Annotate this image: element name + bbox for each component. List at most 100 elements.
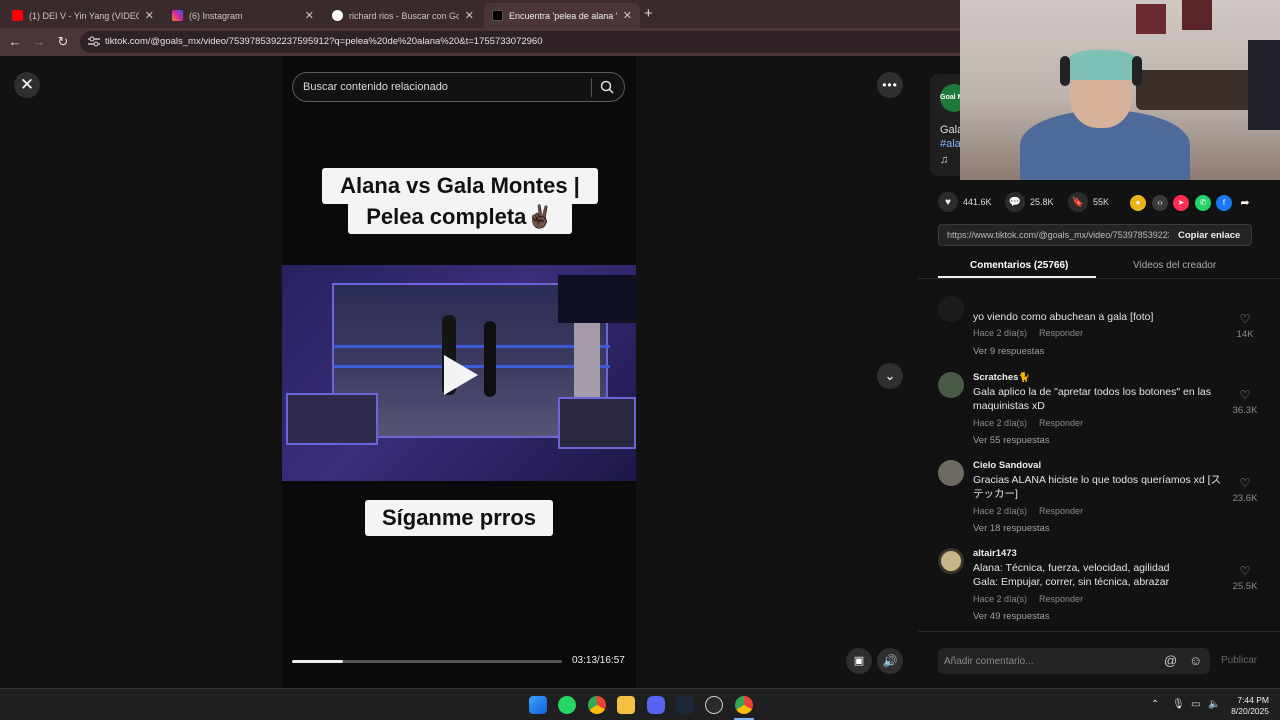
volume-icon[interactable]: 🔊 [877,648,903,674]
video-progress-bar[interactable] [292,660,562,663]
comment-like[interactable]: ♡ 23.6K [1230,476,1260,504]
windows-start-icon[interactable] [529,696,547,714]
facebook-icon[interactable]: f [1216,195,1232,211]
like-stat[interactable]: ♥ 441.6K [938,192,992,212]
hashtag-link[interactable]: #ala [940,138,961,150]
system-clock[interactable]: 7:44 PM 8/20/2025 [1225,695,1269,717]
comment-like[interactable]: ♡ 14K [1230,312,1260,340]
address-bar[interactable]: tiktok.com/@goals_mx/video/7539785392237… [80,31,960,53]
tab-title: (6) Instagram [189,10,243,21]
site-settings-icon[interactable] [88,36,100,47]
publish-button[interactable]: Publicar [1221,655,1257,666]
comment-username[interactable]: Scratches🐈 [973,372,1030,383]
heart-outline-icon[interactable]: ♡ [1230,564,1260,578]
mention-icon[interactable]: @ [1164,653,1177,668]
avatar[interactable] [938,548,964,574]
file-explorer-icon[interactable] [617,696,635,714]
related-search-bar[interactable]: Buscar contenido relacionado [292,72,625,102]
microphone-icon[interactable]: 🎙 [1172,699,1185,710]
comment-username[interactable]: altair1473 [973,548,1017,559]
inset-frame-right [558,397,636,449]
browser-tab-youtube[interactable]: (1) DEI V - Yin Yang (VIDEO OFICIAL) ✕ [4,3,162,28]
coin-share-icon[interactable]: ● [1130,195,1146,211]
wall-poster [1182,0,1212,30]
music-icon[interactable]: ♫ [940,154,948,166]
save-stat[interactable]: 🔖 55K [1068,192,1109,212]
like-count: 441.6K [963,197,992,207]
tab-comments[interactable]: Comentarios (25766) [970,260,1068,271]
chrome-icon[interactable] [735,696,753,714]
send-share-icon[interactable]: ➤ [1173,195,1189,211]
floating-player-icon[interactable]: ▣ [846,648,872,674]
monitor [1248,40,1280,130]
browser-tab-instagram[interactable]: (6) Instagram ✕ [164,3,322,28]
comment-stat[interactable]: 💬 25.8K [1005,192,1054,212]
close-video-button[interactable]: ✕ [14,72,40,98]
chrome-icon[interactable] [588,696,606,714]
comment-like[interactable]: ♡ 36.3K [1230,388,1260,416]
reply-button[interactable]: Responder [1039,328,1083,338]
share-arrow-icon[interactable]: ➦ [1237,195,1253,211]
heart-outline-icon[interactable]: ♡ [1230,312,1260,326]
comment-like[interactable]: ♡ 25.5K [1230,564,1260,592]
windows-taskbar: ⌃ 🎙 ▭ 🔈 7:44 PM 8/20/2025 [0,688,1280,720]
tab-title: richard rios - Buscar con Google [349,10,459,21]
play-icon[interactable] [444,355,478,395]
tab-creator-videos[interactable]: Videos del creador [1133,260,1216,271]
speaker-icon[interactable]: 🔈 [1208,699,1220,710]
view-replies-button[interactable]: Ver 55 respuestas [973,435,1050,446]
display-icon[interactable]: ▭ [1191,699,1200,710]
back-arrow-icon[interactable]: ← [7,34,23,50]
search-icon[interactable] [600,80,614,94]
heart-outline-icon[interactable]: ♡ [1230,388,1260,402]
tab-close-icon[interactable]: ✕ [305,9,314,22]
view-replies-button[interactable]: Ver 49 respuestas [973,611,1050,622]
whatsapp-icon[interactable] [558,696,576,714]
chevron-down-icon[interactable]: ⌄ [877,363,903,389]
chevron-up-icon[interactable]: ⌃ [1151,699,1159,710]
clock-time: 7:44 PM [1237,695,1269,705]
view-replies-button[interactable]: Ver 18 respuestas [973,523,1050,534]
video-caption-line-1: Alana vs Gala Montes | [322,168,598,204]
save-count: 55K [1093,197,1110,207]
heart-icon[interactable]: ♥ [938,192,958,212]
person-cap [1066,50,1138,80]
reply-button[interactable]: Responder [1039,506,1083,516]
comment-item: yo viendo como abuchean a gala [foto] Ha… [938,296,1258,364]
whatsapp-icon[interactable]: ✆ [1195,195,1211,211]
new-tab-button[interactable]: + [644,5,653,22]
comment-username[interactable]: Cielo Sandoval [973,460,1041,471]
comment-placeholder: Añadir comentario... [944,656,1034,667]
embed-code-icon[interactable]: ‹› [1152,195,1168,211]
tab-close-icon[interactable]: ✕ [145,9,154,22]
comment-time: Hace 2 día(s) [973,594,1028,604]
avatar[interactable] [938,296,964,322]
comment-text: Gala aplico la de "apretar todos los bot… [973,386,1212,412]
reload-icon[interactable]: ↻ [55,34,71,50]
discord-icon[interactable] [647,696,665,714]
comment-input[interactable]: Añadir comentario... @ ☺ [938,648,1210,674]
comment-like-count: 36.3K [1232,405,1258,416]
more-options-icon[interactable]: ••• [877,72,903,98]
tab-close-icon[interactable]: ✕ [623,9,632,22]
copy-link-button[interactable]: Copiar enlace [1178,230,1240,241]
forward-arrow-icon[interactable]: → [31,34,47,50]
browser-tab-tiktok[interactable]: Encuentra 'pelea de alana ' en TikTok ✕ [484,3,640,28]
avatar[interactable] [938,372,964,398]
reply-button[interactable]: Responder [1039,418,1083,428]
comment-icon[interactable]: 💬 [1005,192,1025,212]
view-replies-button[interactable]: Ver 9 respuestas [973,346,1044,357]
comment-text: yo viendo como abuchean a gala [foto] [973,311,1154,323]
obs-icon[interactable] [705,696,723,714]
steam-icon[interactable] [676,696,694,714]
comment-like-count: 23.6K [1232,493,1258,504]
tab-close-icon[interactable]: ✕ [465,9,474,22]
emoji-icon[interactable]: ☺ [1189,653,1202,668]
browser-tab-google[interactable]: richard rios - Buscar con Google ✕ [324,3,482,28]
avatar[interactable] [938,460,964,486]
video-time: 03:13/16:57 [572,655,625,666]
google-icon [332,10,343,21]
bookmark-icon[interactable]: 🔖 [1068,192,1088,212]
reply-button[interactable]: Responder [1039,594,1083,604]
heart-outline-icon[interactable]: ♡ [1230,476,1260,490]
